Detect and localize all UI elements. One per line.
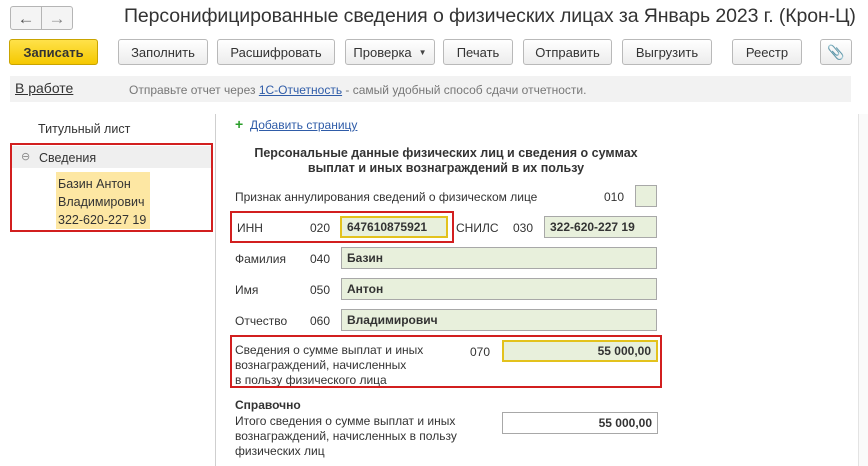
check-button-label: Проверка — [353, 44, 412, 60]
section-heading-line2: выплат и иных вознаграждений в их пользу — [307, 161, 585, 175]
patronymic-field[interactable]: Владимирович — [341, 309, 657, 331]
send-button[interactable]: Отправить — [523, 39, 612, 65]
status-state-link[interactable]: В работе — [15, 80, 73, 96]
nav-item-title-page[interactable]: Титульный лист — [38, 122, 130, 136]
fill-button[interactable]: Заполнить — [118, 39, 208, 65]
total-label: Итого сведения о сумме выплат и иных воз… — [235, 414, 457, 459]
arrow-left-icon: ← — [17, 8, 35, 28]
window-title: Персонифицированные сведения о физически… — [124, 5, 856, 27]
annul-checkbox[interactable] — [635, 185, 657, 207]
snils-code: 030 — [513, 221, 534, 235]
forward-button[interactable]: → — [41, 6, 73, 30]
section-heading: Персональные данные физических лиц и све… — [226, 146, 666, 176]
section-heading-line1: Персональные данные физических лиц и све… — [254, 146, 638, 160]
snils-field[interactable]: 322-620-227 19 — [544, 216, 657, 238]
registry-button[interactable]: Реестр — [732, 39, 802, 65]
highlight-frame-payments — [230, 335, 662, 388]
scrollbar[interactable] — [858, 114, 868, 466]
total-label-line2: вознаграждений, начисленных в пользу — [235, 429, 457, 443]
status-message-suffix: - самый удобный способ сдачи отчетности. — [342, 83, 587, 97]
highlight-frame-inn — [230, 211, 454, 243]
annul-code: 010 — [604, 190, 625, 204]
annul-label: Признак аннулирования сведений о физичес… — [235, 190, 538, 204]
reference-title: Справочно — [235, 398, 301, 412]
status-message: Отправьте отчет через 1С-Отчетность - са… — [129, 83, 586, 97]
snils-label: СНИЛС — [456, 221, 499, 235]
plus-icon: + — [235, 116, 244, 132]
total-label-line1: Итого сведения о сумме выплат и иных — [235, 414, 456, 428]
paperclip-icon: 📎 — [827, 43, 845, 60]
total-label-line3: физических лиц — [235, 444, 325, 458]
attach-button[interactable]: 📎 — [820, 39, 852, 65]
firstname-field[interactable]: Антон — [341, 278, 657, 300]
back-button[interactable]: ← — [10, 6, 42, 30]
export-button[interactable]: Выгрузить — [622, 39, 712, 65]
reporting-service-link[interactable]: 1С-Отчетность — [259, 83, 342, 97]
decode-button[interactable]: Расшифровать — [217, 39, 335, 65]
lastname-field[interactable]: Базин — [341, 247, 657, 269]
print-button[interactable]: Печать — [443, 39, 513, 65]
arrow-right-icon: → — [48, 8, 66, 28]
patronymic-code: 060 — [310, 314, 331, 328]
status-message-prefix: Отправьте отчет через — [129, 83, 259, 97]
chevron-down-icon: ▼ — [418, 47, 427, 57]
highlight-frame-nav — [10, 143, 213, 232]
lastname-label: Фамилия — [235, 252, 286, 266]
lastname-code: 040 — [310, 252, 331, 266]
firstname-label: Имя — [235, 283, 259, 297]
firstname-code: 050 — [310, 283, 331, 297]
total-amount-field: 55 000,00 — [502, 412, 658, 434]
add-page-link[interactable]: Добавить страницу — [250, 118, 357, 132]
check-dropdown-button[interactable]: Проверка ▼ — [345, 39, 435, 65]
patronymic-label: Отчество — [235, 314, 288, 328]
save-button[interactable]: Записать — [9, 39, 98, 65]
